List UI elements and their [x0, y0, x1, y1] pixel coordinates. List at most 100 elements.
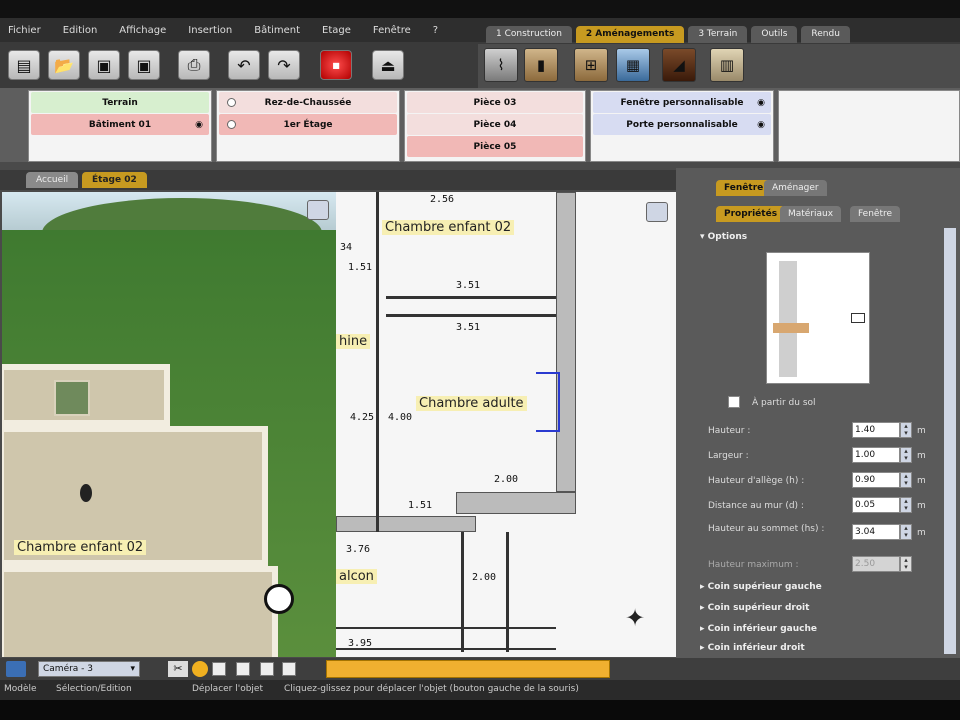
field-label: Hauteur : — [708, 426, 751, 436]
corner-section[interactable]: ▸ Coin inférieur droit — [700, 643, 805, 653]
spinner-icon: ▴ ▾ — [900, 556, 912, 572]
window-tool-icon[interactable]: ⊞ — [574, 48, 608, 82]
list-item-1er-etage[interactable]: 1er Étage — [219, 114, 397, 135]
plan-wall — [386, 296, 556, 299]
tab-accueil[interactable]: Accueil — [26, 172, 79, 188]
roof-window-icon[interactable]: ◢ — [662, 48, 696, 82]
list-item-batiment[interactable]: Bâtiment 01 ◉ — [31, 114, 209, 135]
menu-fichier[interactable]: Fichier — [8, 25, 41, 36]
list-item-rdc[interactable]: Rez-de-Chaussée — [219, 92, 397, 113]
unit-label: m — [917, 476, 926, 486]
save-as-icon[interactable]: ▣ — [128, 50, 160, 80]
tab-outils[interactable]: Outils — [751, 26, 798, 43]
stairs-icon[interactable]: ⌇ — [484, 48, 518, 82]
mode-tabs: 1 Construction 2 Aménagements 3 Terrain … — [486, 26, 850, 44]
room-label-plan[interactable]: Chambre adulte — [416, 396, 527, 411]
corner-section[interactable]: ▸ Coin inférieur gauche — [700, 624, 817, 634]
room-label-plan[interactable]: hine — [336, 334, 371, 349]
width-input[interactable]: 1.00 — [852, 447, 900, 463]
compass-icon[interactable]: ✦ — [620, 604, 650, 644]
tab-fenetre[interactable]: Fenêtre — [716, 180, 772, 196]
tab-amenager[interactable]: Aménager — [764, 180, 827, 196]
menu-edition[interactable]: Edition — [63, 25, 98, 36]
tab-proprietes[interactable]: Propriétés — [716, 206, 786, 222]
scissors-icon[interactable]: ✂ — [168, 661, 188, 677]
room-3d — [2, 566, 278, 657]
selected-window[interactable] — [536, 372, 560, 432]
tab-amenagements[interactable]: 2 Aménagements — [575, 26, 685, 43]
status-hint: Cliquez-glissez pour déplacer l'objet (b… — [284, 684, 579, 694]
tab-terrain[interactable]: 3 Terrain — [688, 26, 748, 43]
list-item-piece-04[interactable]: Pièce 04 — [407, 114, 583, 135]
top-height-input[interactable]: 3.04 — [852, 524, 900, 540]
open-folder-icon[interactable]: 📂 — [48, 50, 80, 80]
field-label: Hauteur maximum : — [708, 560, 799, 570]
option-icon[interactable] — [260, 662, 274, 676]
new-file-icon[interactable]: ▤ — [8, 50, 40, 80]
tab-construction[interactable]: 1 Construction — [486, 26, 572, 43]
dimension-label: 3.95 — [348, 638, 373, 649]
picture-window-icon[interactable]: ▦ — [616, 48, 650, 82]
list-item-porte[interactable]: Porte personnalisable ◉ — [593, 114, 771, 135]
camera-select[interactable]: Caméra - 3 ▾ — [38, 661, 140, 677]
wall-distance-input[interactable]: 0.05 — [852, 497, 900, 513]
door-icon[interactable]: ▮ — [524, 48, 558, 82]
eye-icon[interactable]: ◉ — [757, 120, 765, 130]
list-item-piece-05[interactable]: Pièce 05 — [407, 136, 583, 157]
list-item-piece-03[interactable]: Pièce 03 — [407, 92, 583, 113]
room-3d — [2, 364, 170, 426]
unit-label: m — [917, 528, 926, 538]
from-floor-checkbox[interactable] — [728, 396, 740, 408]
snap-icon[interactable] — [192, 661, 208, 677]
print-icon[interactable]: ⎙ — [178, 50, 210, 80]
menu-affichage[interactable]: Affichage — [119, 25, 166, 36]
height-input[interactable]: 1.40 — [852, 422, 900, 438]
exit-icon[interactable]: ⏏ — [372, 50, 404, 80]
grid-icon[interactable] — [6, 661, 26, 677]
eye-icon[interactable]: ◉ — [757, 98, 765, 108]
radio-icon[interactable] — [227, 98, 236, 107]
menu-help[interactable]: ? — [433, 25, 438, 36]
tab-fenetre-sub[interactable]: Fenêtre — [850, 206, 901, 222]
corner-section[interactable]: ▸ Coin supérieur droit — [700, 603, 809, 613]
3d-view[interactable]: Chambre enfant 02 — [2, 192, 336, 657]
spinner-icon[interactable]: ▴ ▾ — [900, 497, 912, 513]
list-item-fenetre[interactable]: Fenêtre personnalisable ◉ — [593, 92, 771, 113]
radio-icon[interactable] — [227, 120, 236, 129]
view-toggle-icon[interactable] — [646, 202, 668, 222]
dimension-label: 3.51 — [456, 280, 481, 291]
spinner-icon[interactable]: ▴ ▾ — [900, 422, 912, 438]
view-toggle-icon[interactable] — [307, 200, 329, 220]
menu-etage[interactable]: Etage — [322, 25, 351, 36]
undo-icon[interactable]: ↶ — [228, 50, 260, 80]
option-icon[interactable] — [282, 662, 296, 676]
menu-insertion[interactable]: Insertion — [188, 25, 232, 36]
room-label-plan[interactable]: Chambre enfant 02 — [382, 220, 515, 235]
menu-batiment[interactable]: Bâtiment — [254, 25, 300, 36]
tab-rendu[interactable]: Rendu — [801, 26, 850, 43]
corner-section[interactable]: ▸ Coin supérieur gauche — [700, 582, 822, 592]
sill-height-input[interactable]: 0.90 — [852, 472, 900, 488]
spinner-icon[interactable]: ▴ ▾ — [900, 472, 912, 488]
tab-materiaux[interactable]: Matériaux — [780, 206, 842, 222]
redo-icon[interactable]: ↷ — [268, 50, 300, 80]
furniture-icon[interactable]: ▥ — [710, 48, 744, 82]
option-icon[interactable] — [212, 662, 226, 676]
terrain-list: Terrain Bâtiment 01 ◉ — [28, 90, 212, 162]
options-section[interactable]: ▾ Options — [700, 232, 747, 242]
compass-3d-icon[interactable] — [264, 584, 294, 614]
spinner-icon[interactable]: ▴ ▾ — [900, 524, 912, 540]
save-icon[interactable]: ▣ — [88, 50, 120, 80]
menu-fenetre[interactable]: Fenêtre — [373, 25, 411, 36]
stop-icon[interactable]: ■ — [320, 50, 352, 80]
list-item-terrain[interactable]: Terrain — [31, 92, 209, 113]
2d-plan-view[interactable]: Chambre enfant 02 Chambre adulte hine al… — [336, 192, 676, 657]
field-label: Hauteur au sommet (hs) : — [708, 524, 825, 534]
eye-icon[interactable]: ◉ — [195, 120, 203, 130]
properties-scrollbar[interactable] — [944, 228, 956, 654]
bottom-border — [0, 700, 960, 720]
option-icon[interactable] — [236, 662, 250, 676]
room-label-plan[interactable]: alcon — [336, 569, 377, 584]
tab-etage-02[interactable]: Étage 02 — [82, 172, 147, 188]
spinner-icon[interactable]: ▴ ▾ — [900, 447, 912, 463]
